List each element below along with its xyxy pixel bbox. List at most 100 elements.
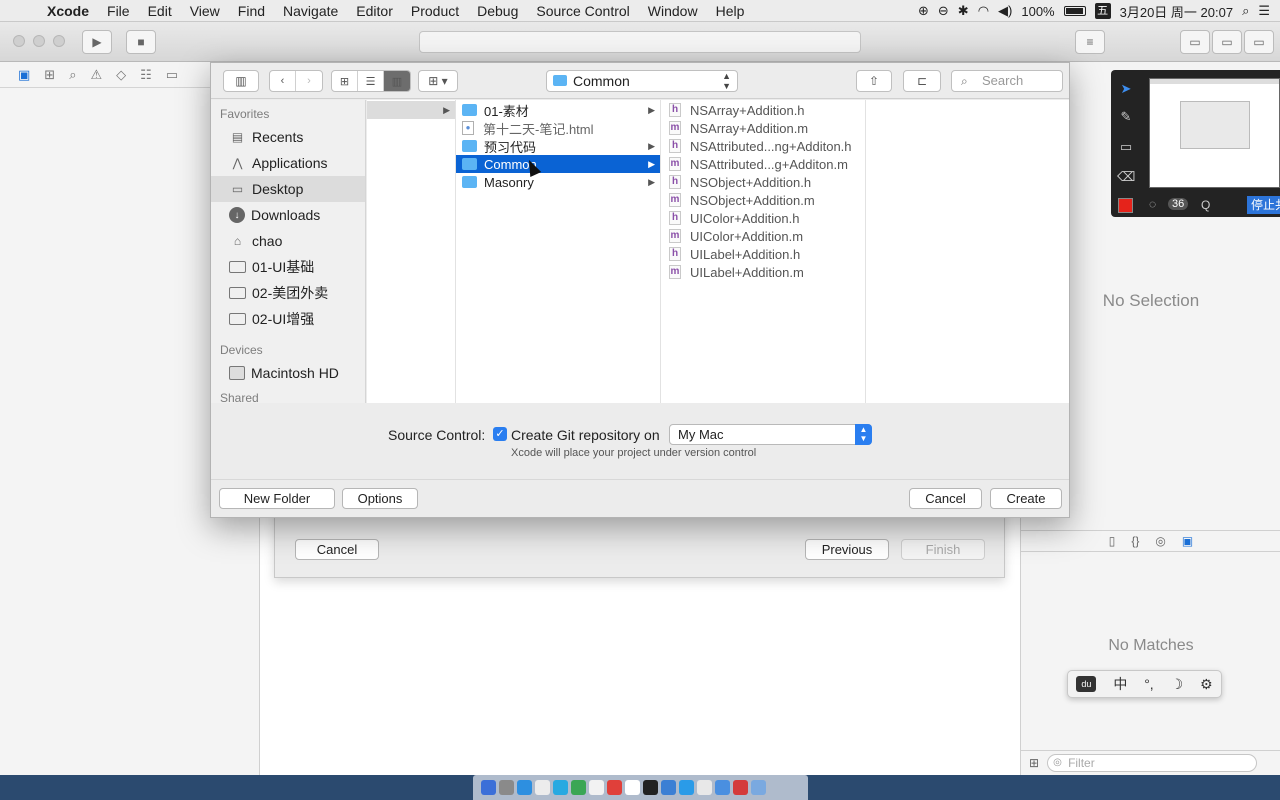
list-item[interactable]: 01-素材 ▶ xyxy=(456,101,660,119)
git-target-popup[interactable]: My Mac ▲ ▼ xyxy=(669,424,872,445)
dock-app-icon[interactable] xyxy=(715,780,730,795)
input-method-icon[interactable]: 五 xyxy=(1094,3,1111,19)
sidebar-item-applications[interactable]: ⋀ Applications xyxy=(211,150,365,176)
navigator-toggle-button[interactable]: ▭ xyxy=(1180,30,1210,54)
dock-app-icon[interactable] xyxy=(499,780,514,795)
stop-sharing-button[interactable]: 停止共享 xyxy=(1247,196,1280,214)
punctuation-toggle[interactable]: °, xyxy=(1144,676,1154,692)
chat-icon[interactable]: ◌ xyxy=(1149,197,1156,211)
list-item[interactable]: m NSAttributed...g+Additon.m xyxy=(661,155,865,173)
chinese-mode-toggle[interactable]: 中 xyxy=(1113,674,1127,694)
standard-editor-button[interactable]: ≡ xyxy=(1075,30,1105,54)
close-window-button[interactable] xyxy=(13,35,25,47)
notification-center-icon[interactable]: ☰ xyxy=(1258,0,1270,22)
menu-view[interactable]: View xyxy=(181,0,229,22)
git-repository-checkbox[interactable]: ✓ xyxy=(493,427,507,441)
list-item[interactable]: ▶ xyxy=(367,101,455,119)
menu-product[interactable]: Product xyxy=(402,0,468,22)
list-item[interactable]: h NSObject+Addition.h xyxy=(661,173,865,191)
create-button[interactable]: Create xyxy=(990,488,1062,509)
list-item[interactable]: m UILabel+Addition.m xyxy=(661,263,865,281)
sidebar-item-downloads[interactable]: ↓ Downloads xyxy=(211,202,365,228)
zoom-window-button[interactable] xyxy=(53,35,65,47)
sidebar-toggle-button[interactable]: ▥ xyxy=(223,70,259,92)
tag-button[interactable]: ⊏ xyxy=(903,70,941,92)
forward-button[interactable]: › xyxy=(296,71,322,91)
run-button[interactable]: ▶ xyxy=(82,30,112,54)
dock-app-icon[interactable] xyxy=(589,780,604,795)
file-template-icon[interactable]: ▯ xyxy=(1109,534,1116,548)
menu-help[interactable]: Help xyxy=(707,0,754,22)
volume-icon[interactable]: ◀) xyxy=(998,0,1012,22)
menu-editor[interactable]: Editor xyxy=(347,0,402,22)
list-item[interactable]: h NSArray+Addition.h xyxy=(661,101,865,119)
menu-xcode[interactable]: Xcode xyxy=(38,0,98,22)
issue-navigator-icon[interactable]: ⚠ xyxy=(90,67,102,83)
menu-debug[interactable]: Debug xyxy=(468,0,527,22)
minimize-window-button[interactable] xyxy=(33,35,45,47)
inspector-toggle-button[interactable]: ▭ xyxy=(1244,30,1274,54)
options-button[interactable]: Options xyxy=(342,488,418,509)
qa-icon[interactable]: Q xyxy=(1201,198,1210,212)
list-item[interactable]: m UIColor+Addition.m xyxy=(661,227,865,245)
menu-file[interactable]: File xyxy=(98,0,139,22)
dock-app-icon[interactable] xyxy=(733,780,748,795)
dock-app-icon[interactable] xyxy=(661,780,676,795)
list-item[interactable]: h NSAttributed...ng+Additon.h xyxy=(661,137,865,155)
dock-app-icon[interactable] xyxy=(571,780,586,795)
dock-app-icon[interactable] xyxy=(535,780,550,795)
list-item[interactable]: ● 第十二天-笔记.html xyxy=(456,119,660,137)
list-item[interactable]: m NSObject+Addition.m xyxy=(661,191,865,209)
sidebar-item-recents[interactable]: ▤ Recents xyxy=(211,124,365,150)
icon-view-button[interactable]: ⊞ xyxy=(332,71,358,91)
share-button[interactable]: ⇧ xyxy=(856,70,892,92)
sheet-finish-button[interactable]: Finish xyxy=(901,539,985,560)
menu-find[interactable]: Find xyxy=(229,0,274,22)
menu-window[interactable]: Window xyxy=(639,0,707,22)
spotlight-icon[interactable]: ⌕ xyxy=(1242,0,1249,22)
folder-navigator-icon[interactable]: ▣ xyxy=(18,67,30,83)
symbol-navigator-icon[interactable]: ⊞ xyxy=(44,67,55,83)
back-button[interactable]: ‹ xyxy=(270,71,296,91)
column-view-button[interactable]: ▥ xyxy=(384,71,410,91)
library-filter-input[interactable]: Filter xyxy=(1047,754,1258,772)
debug-navigator-icon[interactable]: ☷ xyxy=(140,67,152,83)
list-item[interactable]: m NSArray+Addition.m xyxy=(661,119,865,137)
cancel-button[interactable]: Cancel xyxy=(909,488,982,509)
grid-view-icon[interactable]: ⊞ xyxy=(1029,756,1039,770)
wifi-icon[interactable]: ◠ xyxy=(978,0,989,22)
location-popup[interactable]: Common ▲ ▼ xyxy=(546,70,738,92)
debug-toggle-button[interactable]: ▭ xyxy=(1212,30,1242,54)
rectangle-tool-icon[interactable]: ▭ xyxy=(1117,138,1135,156)
menu-navigate[interactable]: Navigate xyxy=(274,0,347,22)
dock-app-icon[interactable] xyxy=(625,780,640,795)
dock-app-icon[interactable] xyxy=(607,780,622,795)
moon-icon[interactable]: ☽ xyxy=(1171,676,1184,693)
dock-app-icon[interactable] xyxy=(643,780,658,795)
sidebar-item-02-meituan[interactable]: 02-美团外卖 xyxy=(211,280,365,306)
media-library-icon[interactable]: ▣ xyxy=(1182,534,1193,548)
sidebar-item-01-ui[interactable]: 01-UI基础 xyxy=(211,254,365,280)
breakpoint-navigator-icon[interactable]: ▭ xyxy=(166,67,178,83)
pointer-tool-icon[interactable]: ➤ xyxy=(1117,80,1135,98)
search-field[interactable]: ⌕ Search xyxy=(951,70,1063,92)
list-item[interactable]: h UILabel+Addition.h xyxy=(661,245,865,263)
eraser-tool-icon[interactable]: ⌫ xyxy=(1117,168,1135,186)
object-library-icon[interactable]: ◎ xyxy=(1155,534,1165,548)
list-item[interactable]: 预习代码 ▶ xyxy=(456,137,660,155)
baidu-ime-icon[interactable]: du xyxy=(1076,676,1097,692)
code-snippet-icon[interactable]: {} xyxy=(1131,534,1139,548)
list-item[interactable]: Masonry ▶ xyxy=(456,173,660,191)
do-not-disturb-icon[interactable]: ⊖ xyxy=(938,0,949,22)
sidebar-item-02-ui-plus[interactable]: 02-UI增强 xyxy=(211,306,365,332)
dock-app-icon[interactable] xyxy=(679,780,694,795)
dock-app-icon[interactable] xyxy=(553,780,568,795)
magnifier-status-icon[interactable]: ⊕ xyxy=(918,0,929,22)
new-folder-button[interactable]: New Folder xyxy=(219,488,335,509)
dock-app-icon[interactable] xyxy=(517,780,532,795)
list-item[interactable]: h UIColor+Addition.h xyxy=(661,209,865,227)
battery-icon[interactable] xyxy=(1063,6,1086,16)
dock-app-icon[interactable] xyxy=(697,780,712,795)
find-navigator-icon[interactable]: ⌕ xyxy=(69,67,76,83)
sheet-cancel-button[interactable]: Cancel xyxy=(295,539,379,560)
